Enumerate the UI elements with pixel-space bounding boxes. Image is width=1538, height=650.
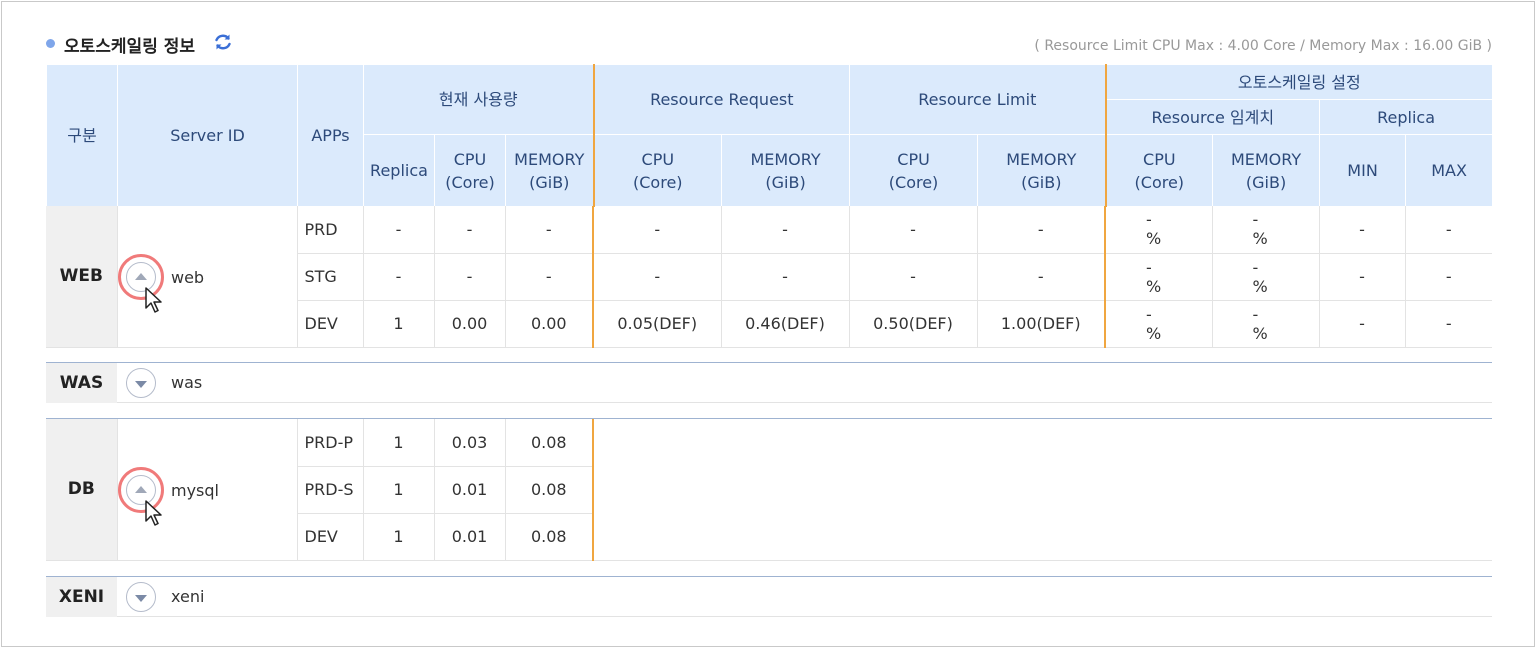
col-th-mem: MEMORY (GiB) — [1212, 134, 1321, 207]
col-resource-request: Resource Request — [592, 64, 851, 135]
xeni-group: XENI xeni — [46, 576, 1492, 617]
chevron-down-icon — [135, 381, 147, 388]
empty-region — [592, 419, 1492, 561]
col-mem-usage: MEMORY (GiB) — [504, 134, 595, 207]
refresh-icon[interactable] — [212, 31, 234, 53]
col-replica-group: Replica — [1319, 99, 1494, 135]
col-min: MIN — [1319, 134, 1407, 207]
col-th-cpu: CPU (Core) — [1104, 134, 1214, 207]
col-server-id: Server ID — [117, 64, 298, 207]
col-apps: APPs — [297, 64, 364, 207]
col-max: MAX — [1405, 134, 1494, 207]
chevron-up-icon — [135, 486, 147, 493]
server-name-xeni: xeni — [171, 587, 205, 606]
server-name-web: web — [171, 268, 205, 287]
chevron-down-icon — [135, 595, 147, 602]
group-label: DB — [46, 419, 118, 561]
server-name-was: was — [171, 373, 203, 392]
server-name-db: mysql — [171, 481, 219, 500]
section-header: 오토스케일링 정보 ( Resource Limit CPU Max : 4.0… — [46, 30, 1492, 58]
table-header: 구분 Server ID APPs 현재 사용량 Resource Reques… — [46, 64, 1494, 207]
col-resource-limit: Resource Limit — [849, 64, 1107, 135]
resource-limit-note: ( Resource Limit CPU Max : 4.00 Core / M… — [1034, 38, 1492, 54]
group-label: WAS — [46, 363, 117, 403]
table-row: WEB PRD - - - - - - - -% -% - - — [46, 206, 1492, 348]
section-title: 오토스케일링 정보 — [64, 37, 196, 57]
col-gubun: 구분 — [46, 64, 118, 207]
col-lim-mem: MEMORY (GiB) — [977, 134, 1107, 207]
mouse-cursor-icon — [145, 287, 162, 313]
col-replica: Replica — [363, 134, 435, 207]
bullet-icon — [46, 39, 55, 48]
db-group: DB PRD-P 1 0.03 0.08 PRD-S 1 0.01 0.08 D… — [46, 419, 1492, 561]
table-row: DB PRD-P 1 0.03 0.08 — [46, 419, 1492, 561]
group-label: WEB — [46, 206, 118, 348]
mouse-cursor-icon — [145, 500, 162, 526]
col-cpu-usage: CPU (Core) — [434, 134, 506, 207]
col-req-cpu: CPU (Core) — [592, 134, 723, 207]
chevron-up-icon — [135, 273, 147, 280]
col-lim-cpu: CPU (Core) — [849, 134, 979, 207]
col-req-mem: MEMORY (GiB) — [721, 134, 851, 207]
col-current-usage: 현재 사용량 — [362, 64, 595, 135]
expand-toggle-xeni[interactable] — [126, 582, 156, 612]
expand-toggle-was[interactable] — [126, 368, 156, 398]
col-resource-threshold: Resource 임계치 — [1104, 99, 1321, 135]
group-label: XENI — [46, 577, 117, 617]
col-autoscaling-setting: 오토스케일링 설정 — [1104, 64, 1494, 100]
web-group: WEB PRD - - - - - - - -% -% - - STG - - … — [46, 206, 1492, 348]
was-group: WAS was — [46, 362, 1492, 403]
